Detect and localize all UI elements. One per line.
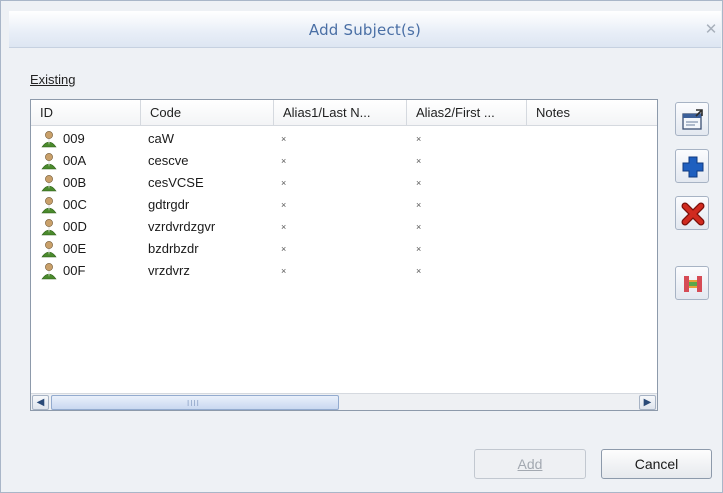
row-id: 00D [40, 216, 87, 238]
row-id-text: 009 [63, 131, 85, 146]
row-code: vrzdvrz [148, 263, 190, 278]
row-id-text: 00D [63, 219, 87, 234]
row-id: 00B [40, 172, 86, 194]
row-alias1: × [281, 266, 287, 276]
existing-label-text: Existing [30, 72, 76, 87]
list-rows: 009 caW × × 00A cescve × × 00B cesVCSE × × 00C gdtrgd… [31, 128, 657, 282]
row-code: caW [148, 131, 174, 146]
add-icon [682, 156, 704, 178]
column-header-alias2[interactable]: Alias2/First ... [407, 100, 527, 126]
row-alias2: × [416, 200, 422, 210]
scroll-left-button[interactable]: ◀ [32, 395, 49, 410]
person-icon [41, 241, 57, 258]
close-icon[interactable]: ✕ [703, 22, 719, 38]
column-header-notes[interactable]: Notes [527, 100, 657, 126]
row-alias1: × [281, 244, 287, 254]
person-icon [41, 219, 57, 236]
properties-button[interactable] [675, 102, 709, 136]
merge-icon [684, 276, 702, 292]
dialog-title: Add Subject(s) [308, 21, 422, 39]
row-id: 00F [40, 260, 85, 282]
properties-icon [682, 109, 703, 130]
row-alias2: × [416, 156, 422, 166]
add-button-label: Add [517, 456, 543, 472]
person-icon [41, 197, 57, 214]
delete-subject-button[interactable] [675, 196, 709, 230]
column-header-code[interactable]: Code [141, 100, 274, 126]
column-header-alias1[interactable]: Alias1/Last N... [274, 100, 407, 126]
person-icon [41, 131, 57, 148]
row-code: cescve [148, 153, 189, 168]
row-alias1: × [281, 178, 287, 188]
person-icon [41, 153, 57, 170]
subjects-list[interactable]: ID Code Alias1/Last N... Alias2/First ..… [30, 99, 658, 411]
row-id-text: 00F [63, 263, 86, 278]
row-id: 00C [40, 194, 87, 216]
title-bar: Add Subject(s) ✕ [9, 11, 721, 48]
row-alias2: × [416, 178, 422, 188]
row-alias1: × [281, 156, 287, 166]
table-row[interactable]: 00D vzrdvrdzgvr × × [31, 216, 657, 238]
row-alias2: × [416, 266, 422, 276]
delete-icon [681, 202, 705, 226]
row-code: vzrdvrdzgvr [148, 219, 216, 234]
table-row[interactable]: 00E bzdrbzdr × × [31, 238, 657, 260]
column-header-id[interactable]: ID [31, 100, 141, 126]
add-button[interactable]: Add [474, 449, 586, 479]
person-icon [41, 263, 57, 280]
row-alias2: × [416, 244, 422, 254]
row-alias1: × [281, 222, 287, 232]
add-subject-button[interactable] [675, 149, 709, 183]
scroll-thumb-grip: IIII [187, 399, 200, 408]
row-alias2: × [416, 134, 422, 144]
add-subjects-dialog: Add Subject(s) ✕ Existing ID Code Alias1… [0, 0, 723, 493]
list-header: ID Code Alias1/Last N... Alias2/First ..… [31, 100, 657, 126]
merge-subjects-button[interactable] [675, 266, 709, 300]
scroll-thumb[interactable]: IIII [51, 395, 339, 410]
horizontal-scrollbar[interactable]: ◀ IIII ▶ [31, 393, 657, 410]
table-row[interactable]: 009 caW × × [31, 128, 657, 150]
person-icon [41, 175, 57, 192]
row-code: gdtrgdr [148, 197, 190, 212]
row-code: cesVCSE [148, 175, 204, 190]
row-id: 00E [40, 238, 86, 260]
row-id-text: 00C [63, 197, 87, 212]
row-id: 00A [40, 150, 86, 172]
row-alias1: × [281, 134, 287, 144]
table-row[interactable]: 00B cesVCSE × × [31, 172, 657, 194]
existing-label: Existing [30, 72, 76, 87]
row-id-text: 00B [63, 175, 87, 190]
row-id-text: 00A [63, 153, 87, 168]
row-id: 009 [40, 128, 85, 150]
scroll-right-button[interactable]: ▶ [639, 395, 656, 410]
row-alias1: × [281, 200, 287, 210]
row-code: bzdrbzdr [148, 241, 199, 256]
cancel-button[interactable]: Cancel [601, 449, 712, 479]
table-row[interactable]: 00F vrzdvrz × × [31, 260, 657, 282]
table-row[interactable]: 00C gdtrgdr × × [31, 194, 657, 216]
row-alias2: × [416, 222, 422, 232]
table-row[interactable]: 00A cescve × × [31, 150, 657, 172]
row-id-text: 00E [63, 241, 87, 256]
